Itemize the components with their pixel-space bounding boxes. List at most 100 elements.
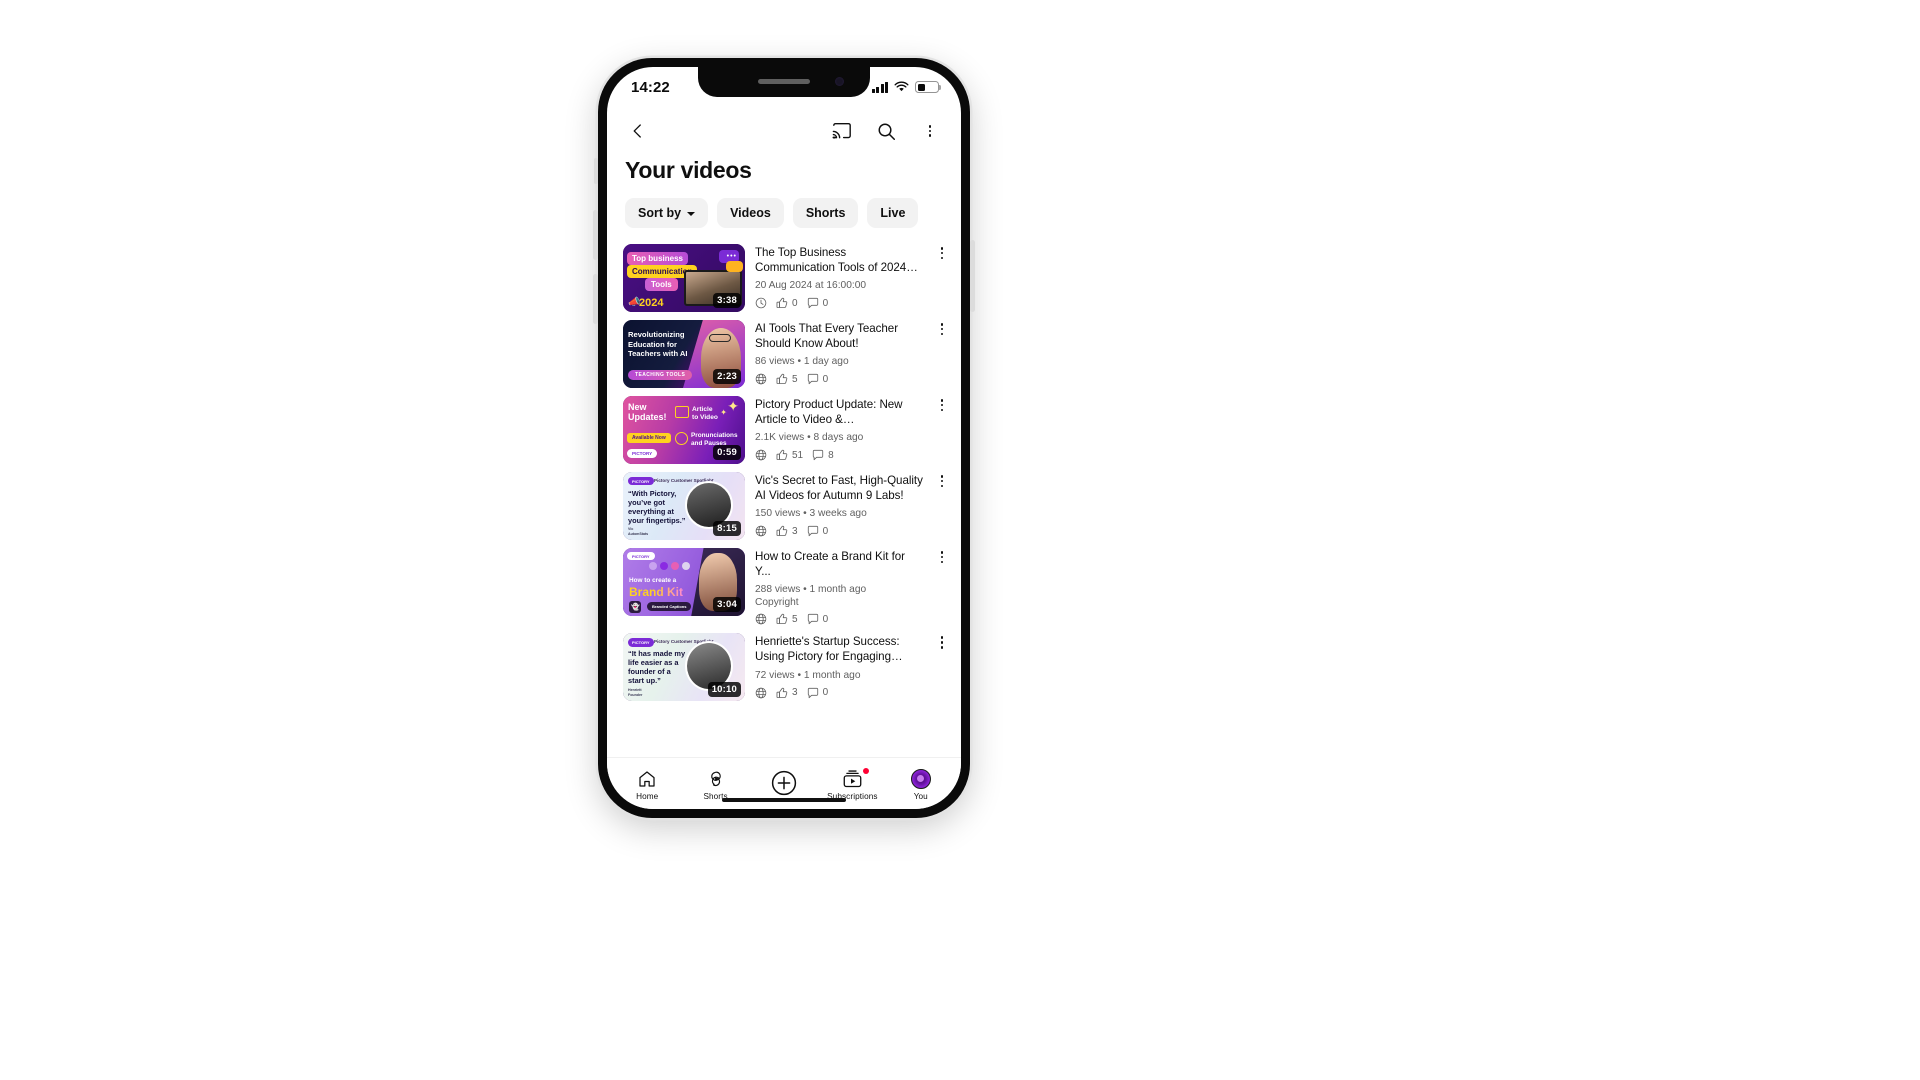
subscriptions-badge-dot xyxy=(863,767,870,774)
video-stats: 3 0 xyxy=(755,687,923,699)
video-row[interactable]: New Updates! Available Now PICTORY Articl… xyxy=(607,392,961,468)
video-thumbnail[interactable]: PICTORY Pictory Customer Spotlight “It h… xyxy=(623,633,745,702)
mute-switch[interactable] xyxy=(594,158,598,184)
volume-down-button[interactable] xyxy=(593,274,598,324)
likes-count: 51 xyxy=(792,449,804,461)
video-thumbnail[interactable]: New Updates! Available Now PICTORY Articl… xyxy=(623,396,745,464)
header-right xyxy=(829,118,943,144)
status-time: 14:22 xyxy=(631,78,670,96)
video-title: Vic's Secret to Fast, High-Quality AI Vi… xyxy=(755,474,923,503)
more-vertical-icon[interactable] xyxy=(917,118,943,144)
video-comments: 0 xyxy=(807,687,829,699)
shorts-icon xyxy=(710,771,721,786)
video-row[interactable]: PICTORY How to create a Brand Kit 👻 Bran… xyxy=(607,544,961,629)
video-visibility xyxy=(755,373,767,385)
video-row[interactable]: PICTORY Pictory Customer Spotlight “With… xyxy=(607,468,961,544)
likes-count: 3 xyxy=(792,687,798,699)
search-icon[interactable] xyxy=(873,118,899,144)
phone-mockup: 14:22 Your videos Sort by Videos Shorts … xyxy=(593,58,975,818)
battery-icon xyxy=(915,81,942,93)
video-thumbnail[interactable]: Top business Communication Tools 2024 📣 … xyxy=(623,244,745,312)
video-row[interactable]: Revolutionizing Education for Teachers wit… xyxy=(607,316,961,392)
nav-label-you: You xyxy=(913,791,928,801)
video-more-options-icon[interactable] xyxy=(933,396,951,412)
video-stats: 5 0 xyxy=(755,613,923,625)
chip-label: Sort by xyxy=(638,206,682,220)
phone-screen: 14:22 Your videos Sort by Videos Shorts … xyxy=(607,67,961,809)
video-meta: The Top Business Communication Tools of … xyxy=(755,244,923,309)
video-visibility xyxy=(755,449,767,461)
chip-videos[interactable]: Videos xyxy=(717,198,784,228)
video-comments: 0 xyxy=(807,525,829,537)
nav-item-shorts[interactable]: Shorts xyxy=(685,769,747,801)
volume-up-button[interactable] xyxy=(593,210,598,260)
nav-item-you[interactable]: You xyxy=(890,768,952,801)
create-plus-icon xyxy=(771,770,797,796)
video-row[interactable]: PICTORY Pictory Customer Spotlight “It h… xyxy=(607,629,961,705)
video-duration: 3:04 xyxy=(713,597,741,612)
video-visibility xyxy=(755,613,767,625)
wifi-icon xyxy=(894,81,909,92)
page-title: Your videos xyxy=(625,157,752,183)
video-stats: 0 0 xyxy=(755,297,923,309)
likes-count: 3 xyxy=(792,525,798,537)
home-indicator xyxy=(722,797,846,802)
video-more-options-icon[interactable] xyxy=(933,633,951,649)
video-subtitle: 86 views • 1 day ago xyxy=(755,356,849,368)
chip-shorts[interactable]: Shorts xyxy=(792,198,859,228)
video-subtitle: 20 Aug 2024 at 16:00:00 xyxy=(755,280,867,292)
video-likes: 3 xyxy=(776,687,798,699)
video-subtitle: 72 views • 1 month ago xyxy=(755,669,861,681)
video-likes: 5 xyxy=(776,613,798,625)
video-comments: 8 xyxy=(812,449,834,461)
video-thumbnail[interactable]: PICTORY Pictory Customer Spotlight “With… xyxy=(623,472,745,540)
video-comments: 0 xyxy=(807,297,828,309)
video-duration: 8:15 xyxy=(713,521,741,536)
video-title: The Top Business Communication Tools of … xyxy=(755,246,907,275)
filter-chips: Sort by Videos Shorts Live xyxy=(607,196,961,240)
video-duration: 2:23 xyxy=(713,369,741,384)
status-bar: 14:22 xyxy=(607,67,961,107)
video-duration: 0:59 xyxy=(713,445,741,460)
video-more-options-icon[interactable] xyxy=(933,244,951,260)
video-meta: AI Tools That Every Teacher Should Know … xyxy=(755,320,923,385)
video-duration: 10:10 xyxy=(707,682,741,698)
comments-count: 0 xyxy=(822,687,829,699)
video-likes: 3 xyxy=(776,525,798,537)
cellular-signal-icon xyxy=(871,81,888,93)
comments-count: 8 xyxy=(828,449,834,461)
video-list[interactable]: Top business Communication Tools 2024 📣 … xyxy=(607,240,961,757)
video-title: Pictory Product Update: New Article to V… xyxy=(755,398,903,427)
video-meta: Pictory Product Update: New Article to V… xyxy=(755,396,923,461)
video-subtitle: 150 views • 3 weeks ago xyxy=(755,508,867,520)
video-title: How to Create a Brand Kit for Y... xyxy=(755,550,905,579)
likes-count: 0 xyxy=(792,297,798,309)
account-avatar-icon xyxy=(910,768,931,789)
power-button[interactable] xyxy=(970,240,975,312)
comments-count: 0 xyxy=(822,373,829,385)
back-chevron-icon[interactable] xyxy=(625,118,651,144)
chip-sort-by[interactable]: Sort by xyxy=(625,198,709,228)
video-title: AI Tools That Every Teacher Should Know … xyxy=(755,322,899,351)
header-left xyxy=(625,118,651,144)
chevron-down-icon xyxy=(687,211,696,216)
nav-item-subscriptions[interactable]: Subscriptions xyxy=(821,767,883,801)
comments-count: 0 xyxy=(822,525,829,537)
video-more-options-icon[interactable] xyxy=(933,548,951,564)
video-thumbnail[interactable]: Revolutionizing Education for Teachers wit… xyxy=(623,320,745,388)
video-more-options-icon[interactable] xyxy=(933,472,951,488)
chip-live[interactable]: Live xyxy=(867,198,919,228)
likes-count: 5 xyxy=(792,373,798,385)
video-stats: 3 0 xyxy=(755,525,923,537)
video-thumbnail[interactable]: PICTORY How to create a Brand Kit 👻 Bran… xyxy=(623,548,745,616)
screenshot-canvas: 14:22 Your videos Sort by Videos Shorts … xyxy=(0,0,1920,1080)
cast-icon[interactable] xyxy=(829,118,855,144)
video-more-options-icon[interactable] xyxy=(933,320,951,336)
nav-item-create[interactable] xyxy=(753,770,815,799)
video-visibility xyxy=(755,525,767,537)
video-meta: Vic's Secret to Fast, High-Quality AI Vi… xyxy=(755,472,923,537)
video-meta: Henriette's Startup Success: Using Picto… xyxy=(755,633,923,698)
nav-item-home[interactable]: Home xyxy=(616,769,678,801)
video-comments: 0 xyxy=(807,613,828,625)
video-row[interactable]: Top business Communication Tools 2024 📣 … xyxy=(607,240,961,316)
